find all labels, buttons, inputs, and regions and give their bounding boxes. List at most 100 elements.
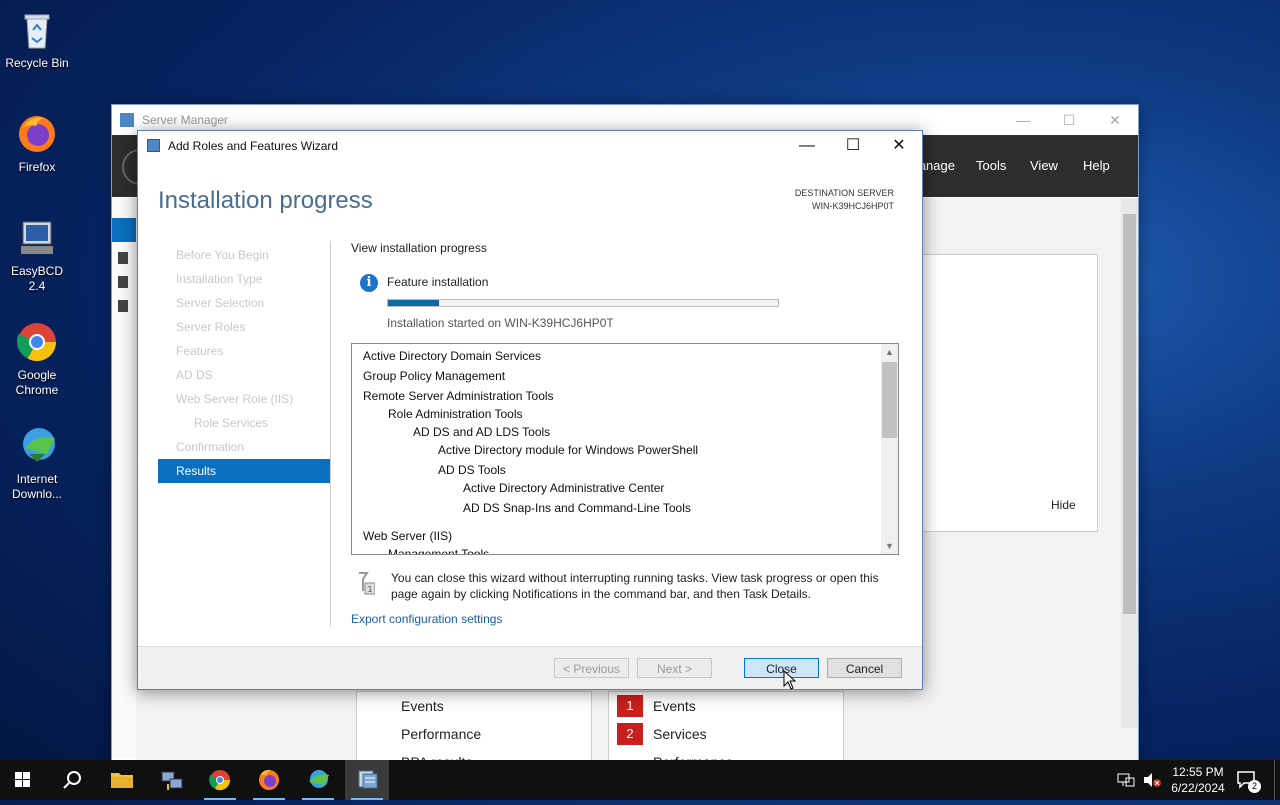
previous-button[interactable]: < Previous	[554, 658, 629, 678]
export-configuration-link[interactable]: Export configuration settings	[351, 612, 502, 626]
next-button[interactable]: Next >	[637, 658, 712, 678]
action-center-button[interactable]: 2	[1236, 770, 1261, 793]
firefox-icon	[15, 112, 59, 156]
page-title: Installation progress	[158, 187, 373, 214]
list-item: Web Server (IIS)	[363, 529, 453, 543]
step-ad-ds: AD DS	[176, 368, 213, 382]
feature-installation-label: Feature installation	[387, 275, 489, 289]
server-manager-icon	[358, 770, 378, 789]
destination-server: DESTINATION SERVER WIN-K39HCJ6HP0T	[795, 187, 894, 213]
taskbar-internet-download-manager[interactable]	[296, 760, 340, 800]
scroll-down-icon[interactable]: ▼	[881, 538, 898, 554]
list-item: AD DS Tools	[438, 463, 506, 477]
info-note: You can close this wizard without interr…	[391, 571, 879, 601]
desktop-icon-label: Internet Downlo...	[11, 472, 63, 501]
desktop-icon-firefox[interactable]: Firefox	[4, 112, 70, 175]
tile-row-services[interactable]: Services	[653, 726, 707, 742]
list-item: Remote Server Administration Tools	[363, 389, 554, 403]
nav-file-services-icon[interactable]	[118, 300, 128, 312]
desktop-icon-recycle-bin[interactable]: Recycle Bin	[4, 8, 70, 71]
notification-count-badge: 2	[1248, 780, 1261, 793]
taskbar-network-app[interactable]	[150, 760, 194, 800]
svg-text:1: 1	[368, 585, 373, 594]
clock[interactable]: 12:55 PM 6/22/2024	[1166, 764, 1230, 796]
chrome-icon	[209, 770, 231, 791]
desktop-icon-label: Firefox	[18, 160, 56, 174]
step-web-server-role: Web Server Role (IIS)	[176, 392, 294, 406]
taskbar-firefox[interactable]	[247, 760, 291, 800]
search-button[interactable]	[50, 760, 94, 800]
services-alert-badge: 2	[617, 723, 643, 745]
tile-row-events[interactable]: Events	[401, 698, 444, 714]
wizard-footer: < Previous Next > Close Cancel	[138, 646, 922, 689]
scroll-thumb[interactable]	[882, 362, 897, 438]
info-icon: i	[360, 274, 378, 292]
step-server-roles: Server Roles	[176, 320, 246, 334]
tile-row-events[interactable]: Events	[653, 698, 696, 714]
taskbar-chrome[interactable]	[198, 760, 242, 800]
internet-download-manager-icon	[309, 770, 329, 788]
taskbar: 12:55 PM 6/22/2024 2	[0, 760, 1280, 800]
hide-link[interactable]: Hide	[1051, 498, 1076, 512]
add-roles-wizard-window: Add Roles and Features Wizard — ☐ ✕ Inst…	[137, 130, 923, 690]
content-scrollbar[interactable]	[1121, 198, 1138, 728]
list-item: Active Directory Domain Services	[363, 349, 542, 363]
firefox-icon	[259, 769, 279, 790]
cancel-button[interactable]: Cancel	[827, 658, 902, 678]
nav-all-servers-icon[interactable]	[118, 276, 128, 288]
list-item: Active Directory module for Windows Powe…	[438, 443, 699, 457]
taskbar-file-explorer[interactable]	[100, 760, 144, 800]
welcome-panel: Hide	[922, 254, 1098, 532]
clock-time: 12:55 PM	[1172, 765, 1224, 779]
list-item: Active Directory Administrative Center	[463, 481, 665, 495]
step-features: Features	[176, 344, 224, 358]
server-manager-title: Server Manager	[142, 113, 229, 127]
clock-date: 6/22/2024	[1171, 781, 1225, 795]
menu-tools[interactable]: Tools	[976, 135, 1006, 197]
desktop-icon-chrome[interactable]: Google Chrome	[4, 320, 70, 398]
menu-view[interactable]: View	[1030, 135, 1058, 197]
tile-row-performance[interactable]: Performance	[401, 726, 481, 742]
wizard-titlebar: Add Roles and Features Wizard — ☐ ✕	[138, 131, 922, 161]
task-details-icon: 1	[357, 571, 376, 595]
scroll-up-icon[interactable]: ▲	[881, 344, 898, 360]
list-item: Management Tools	[388, 547, 490, 555]
chrome-icon	[15, 320, 59, 364]
wizard-close-icon[interactable]: ✕	[876, 131, 922, 161]
recycle-bin-icon	[15, 8, 59, 52]
folder-icon	[111, 773, 133, 788]
nav-dashboard-icon[interactable]	[112, 218, 136, 242]
step-results[interactable]: Results	[158, 459, 330, 483]
step-confirmation: Confirmation	[176, 440, 245, 454]
wizard-app-icon	[147, 139, 160, 152]
list-item: Role Administration Tools	[388, 407, 523, 421]
feature-list[interactable]: Active Directory Domain Services Group P…	[351, 343, 899, 555]
destination-server-name: WIN-K39HCJ6HP0T	[811, 201, 894, 211]
scroll-thumb[interactable]	[1123, 214, 1136, 614]
wizard-maximize-icon[interactable]: ☐	[830, 131, 876, 161]
installation-progress-bar	[387, 299, 779, 307]
desktop-icon-internet-download[interactable]: Internet Downlo...	[4, 424, 70, 502]
internet-download-manager-icon	[15, 424, 59, 468]
nav-local-server-icon[interactable]	[118, 252, 128, 264]
network-tray-icon[interactable]	[1117, 772, 1135, 793]
volume-muted-icon[interactable]	[1142, 772, 1162, 793]
menu-help[interactable]: Help	[1083, 135, 1110, 197]
wizard-minimize-icon[interactable]: —	[784, 131, 830, 161]
wizard-steps-nav: Before You Begin Installation Type Serve…	[158, 243, 330, 483]
windows-logo-icon	[15, 772, 30, 787]
wizard-title: Add Roles and Features Wizard	[168, 139, 339, 153]
easybcd-icon	[15, 216, 59, 260]
minimize-icon[interactable]: —	[1000, 105, 1046, 135]
list-item: Group Policy Management	[363, 369, 506, 383]
maximize-icon[interactable]: ☐	[1046, 105, 1092, 135]
feature-list-scrollbar[interactable]: ▲ ▼	[881, 344, 898, 554]
desktop-icon-easybcd[interactable]: EasyBCD 2.4	[4, 216, 70, 294]
taskbar-server-manager[interactable]	[345, 760, 389, 800]
list-item: AD DS Snap-Ins and Command-Line Tools	[463, 501, 691, 515]
step-installation-type: Installation Type	[176, 272, 263, 286]
close-icon[interactable]: ✕	[1092, 105, 1138, 135]
start-button[interactable]	[0, 760, 44, 800]
close-button[interactable]: Close	[744, 658, 819, 678]
show-desktop-button[interactable]	[1274, 760, 1280, 800]
